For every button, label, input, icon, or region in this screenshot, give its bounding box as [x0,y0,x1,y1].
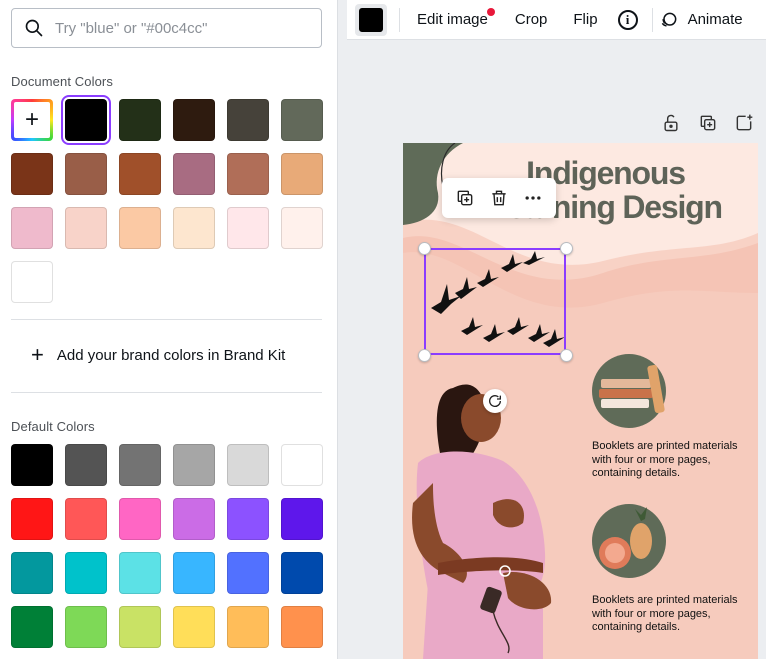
default-swatch[interactable] [227,552,269,594]
default-swatch[interactable] [173,444,215,486]
rotate-icon [489,395,502,407]
document-swatch[interactable] [281,153,323,195]
plus-icon: + [14,102,50,138]
add-page-icon[interactable] [734,113,754,133]
color-search-box[interactable] [11,8,322,48]
brand-kit-label: Add your brand colors in Brand Kit [56,346,286,364]
document-swatch[interactable] [227,207,269,249]
color-panel: Document Colors + + Add your brand color… [0,0,337,659]
notification-dot [486,8,495,16]
default-swatch[interactable] [11,498,53,540]
divider [11,392,322,393]
divider [11,319,322,320]
add-brand-colors-link[interactable]: + Add your brand colors in Brand Kit [31,344,285,366]
page-actions [661,113,754,133]
resize-handle-top-left[interactable] [418,242,431,255]
document-swatch[interactable] [11,261,53,303]
default-swatch[interactable] [65,444,107,486]
toolbar-divider [399,7,400,32]
color-search-input[interactable] [55,19,305,37]
default-swatch[interactable] [173,606,215,648]
document-swatch[interactable] [65,207,107,249]
add-color-button[interactable]: + [11,99,53,141]
document-swatch[interactable] [119,153,161,195]
default-swatch[interactable] [227,606,269,648]
duplicate-icon[interactable] [455,188,475,208]
crop-button[interactable]: Crop [515,11,548,28]
animate-label: Animate [687,11,743,28]
toolbar-divider [651,7,653,32]
document-swatch[interactable] [281,207,323,249]
caption-text-1[interactable]: Booklets are printed materials with four… [592,440,752,481]
duplicate-page-icon[interactable] [698,113,718,133]
lock-icon[interactable] [661,113,681,133]
edit-image-button[interactable]: Edit image [417,8,495,28]
default-swatch[interactable] [281,606,323,648]
default-swatch[interactable] [11,444,53,486]
caption-text-2[interactable]: Booklets are printed materials with four… [592,594,752,635]
panel-resize-handle[interactable] [337,0,347,659]
edit-image-label: Edit image [417,11,488,28]
default-swatch[interactable] [281,498,323,540]
context-toolbar: Edit image Crop Flip i Animate [347,0,766,40]
flip-button[interactable]: Flip [573,11,597,28]
default-swatch[interactable] [119,498,161,540]
default-swatch[interactable] [65,552,107,594]
document-swatch[interactable] [173,99,215,141]
default-swatch[interactable] [119,444,161,486]
default-swatch[interactable] [227,444,269,486]
animate-button[interactable]: Animate [659,10,743,30]
default-swatch[interactable] [281,444,323,486]
text-color-button[interactable] [355,3,387,36]
document-swatch[interactable] [11,153,53,195]
default-swatch[interactable] [11,552,53,594]
document-swatch[interactable] [227,153,269,195]
default-colors-heading: Default Colors [11,419,95,434]
document-swatch[interactable] [281,99,323,141]
plus-icon: + [31,342,44,367]
resize-handle-bottom-right[interactable] [560,349,573,362]
animate-icon [661,12,676,27]
info-icon: i [617,9,638,30]
selection-box[interactable] [424,248,566,355]
document-swatch[interactable] [119,99,161,141]
document-swatch[interactable] [65,153,107,195]
more-options-icon[interactable] [523,188,543,208]
resize-handle-top-right[interactable] [560,242,573,255]
crop-label: Crop [514,11,548,28]
document-swatch[interactable] [61,95,111,145]
document-swatch[interactable] [173,153,215,195]
document-swatch[interactable] [227,99,269,141]
default-swatch[interactable] [119,552,161,594]
search-icon [25,19,43,37]
design-page[interactable]: Indigenous Learning Design Booklets are … [403,143,758,659]
trash-icon[interactable] [489,188,509,208]
document-colors-heading: Document Colors [11,74,113,89]
default-swatch[interactable] [173,498,215,540]
flip-label: Flip [573,11,598,28]
color-chip [359,7,383,32]
element-floating-menu [442,178,556,218]
document-swatch[interactable] [173,207,215,249]
info-button[interactable]: i [617,9,638,30]
default-swatch[interactable] [11,606,53,648]
default-swatch[interactable] [119,606,161,648]
document-colors-grid: + [11,95,323,303]
rotate-handle[interactable] [483,389,507,413]
default-swatch[interactable] [173,552,215,594]
document-swatch[interactable] [119,207,161,249]
resize-handle-bottom-left[interactable] [418,349,431,362]
default-swatch[interactable] [65,606,107,648]
default-swatch[interactable] [65,498,107,540]
document-swatch[interactable] [11,207,53,249]
default-swatch[interactable] [227,498,269,540]
default-colors-grid [11,444,323,648]
default-swatch[interactable] [281,552,323,594]
